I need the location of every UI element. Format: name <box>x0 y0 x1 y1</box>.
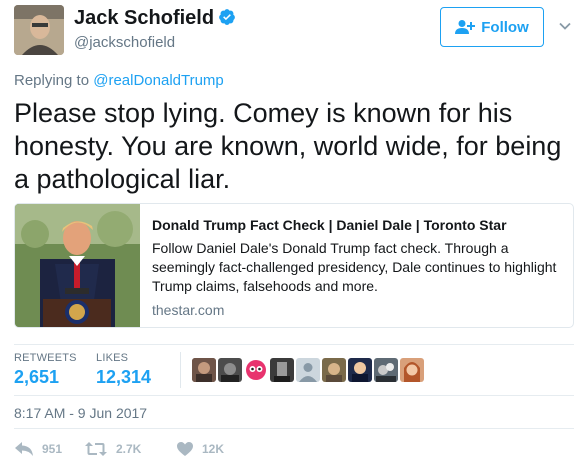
tweet-text: Please stop lying. Comey is known for hi… <box>14 98 562 194</box>
retweets-label: RETWEETS <box>14 352 77 364</box>
liker-avatar[interactable] <box>218 358 242 382</box>
likes-count[interactable]: 12,314 <box>96 367 151 388</box>
liker-avatar[interactable] <box>270 358 294 382</box>
retweets-count[interactable]: 2,651 <box>14 367 77 388</box>
tweet-header: Jack Schofield @jackschofield Follow <box>14 5 574 55</box>
divider <box>14 344 574 345</box>
retweets-stat[interactable]: RETWEETS 2,651 <box>14 352 77 388</box>
card-domain: thestar.com <box>152 302 225 318</box>
follow-button-label: Follow <box>481 18 529 36</box>
liker-avatars <box>192 358 424 382</box>
replying-prefix: Replying to <box>14 72 94 89</box>
tweet-timestamp[interactable]: 8:17 AM - 9 Jun 2017 <box>14 405 147 421</box>
add-user-icon <box>455 20 476 34</box>
liker-avatar[interactable] <box>244 358 268 382</box>
likes-label: LIKES <box>96 352 129 364</box>
likes-stat[interactable]: LIKES 12,314 <box>96 352 151 388</box>
like-action[interactable]: 12K <box>176 441 224 457</box>
reply-icon <box>15 442 33 456</box>
reply-target-link[interactable]: @realDonaldTrump <box>93 72 224 89</box>
liker-avatar[interactable] <box>348 358 372 382</box>
card-description: Follow Daniel Dale's Donald Trump fact c… <box>152 240 557 294</box>
card-body[interactable]: Donald Trump Fact Check | Daniel Dale | … <box>140 204 573 327</box>
avatar[interactable] <box>14 5 64 55</box>
link-card[interactable]: Donald Trump Fact Check | Daniel Dale | … <box>14 203 574 328</box>
user-name[interactable]: Jack Schofield <box>74 7 236 30</box>
retweet-count: 2.7K <box>116 442 142 456</box>
reply-action[interactable]: 951 <box>14 441 62 457</box>
card-title[interactable]: Donald Trump Fact Check | Daniel Dale | … <box>152 217 561 233</box>
replying-to: Replying to @realDonaldTrump <box>14 72 224 89</box>
user-handle[interactable]: @jackschofield <box>74 34 175 51</box>
stats-separator <box>180 352 181 388</box>
liker-avatar[interactable] <box>322 358 346 382</box>
retweet-icon <box>85 442 107 456</box>
reply-count: 951 <box>42 442 63 456</box>
user-name-text[interactable]: Jack Schofield <box>74 7 214 29</box>
liker-avatar[interactable] <box>192 358 216 382</box>
like-count: 12K <box>202 442 225 456</box>
verified-badge-icon <box>219 9 235 25</box>
card-image[interactable] <box>15 204 140 327</box>
retweet-action[interactable]: 2.7K <box>84 441 141 457</box>
chevron-down-icon[interactable] <box>558 19 572 33</box>
heart-icon <box>177 442 193 456</box>
follow-button[interactable]: Follow <box>440 7 544 47</box>
liker-avatar[interactable] <box>374 358 398 382</box>
divider <box>14 428 574 429</box>
divider <box>14 395 574 396</box>
liker-avatar[interactable] <box>400 358 424 382</box>
liker-avatar[interactable] <box>296 358 320 382</box>
